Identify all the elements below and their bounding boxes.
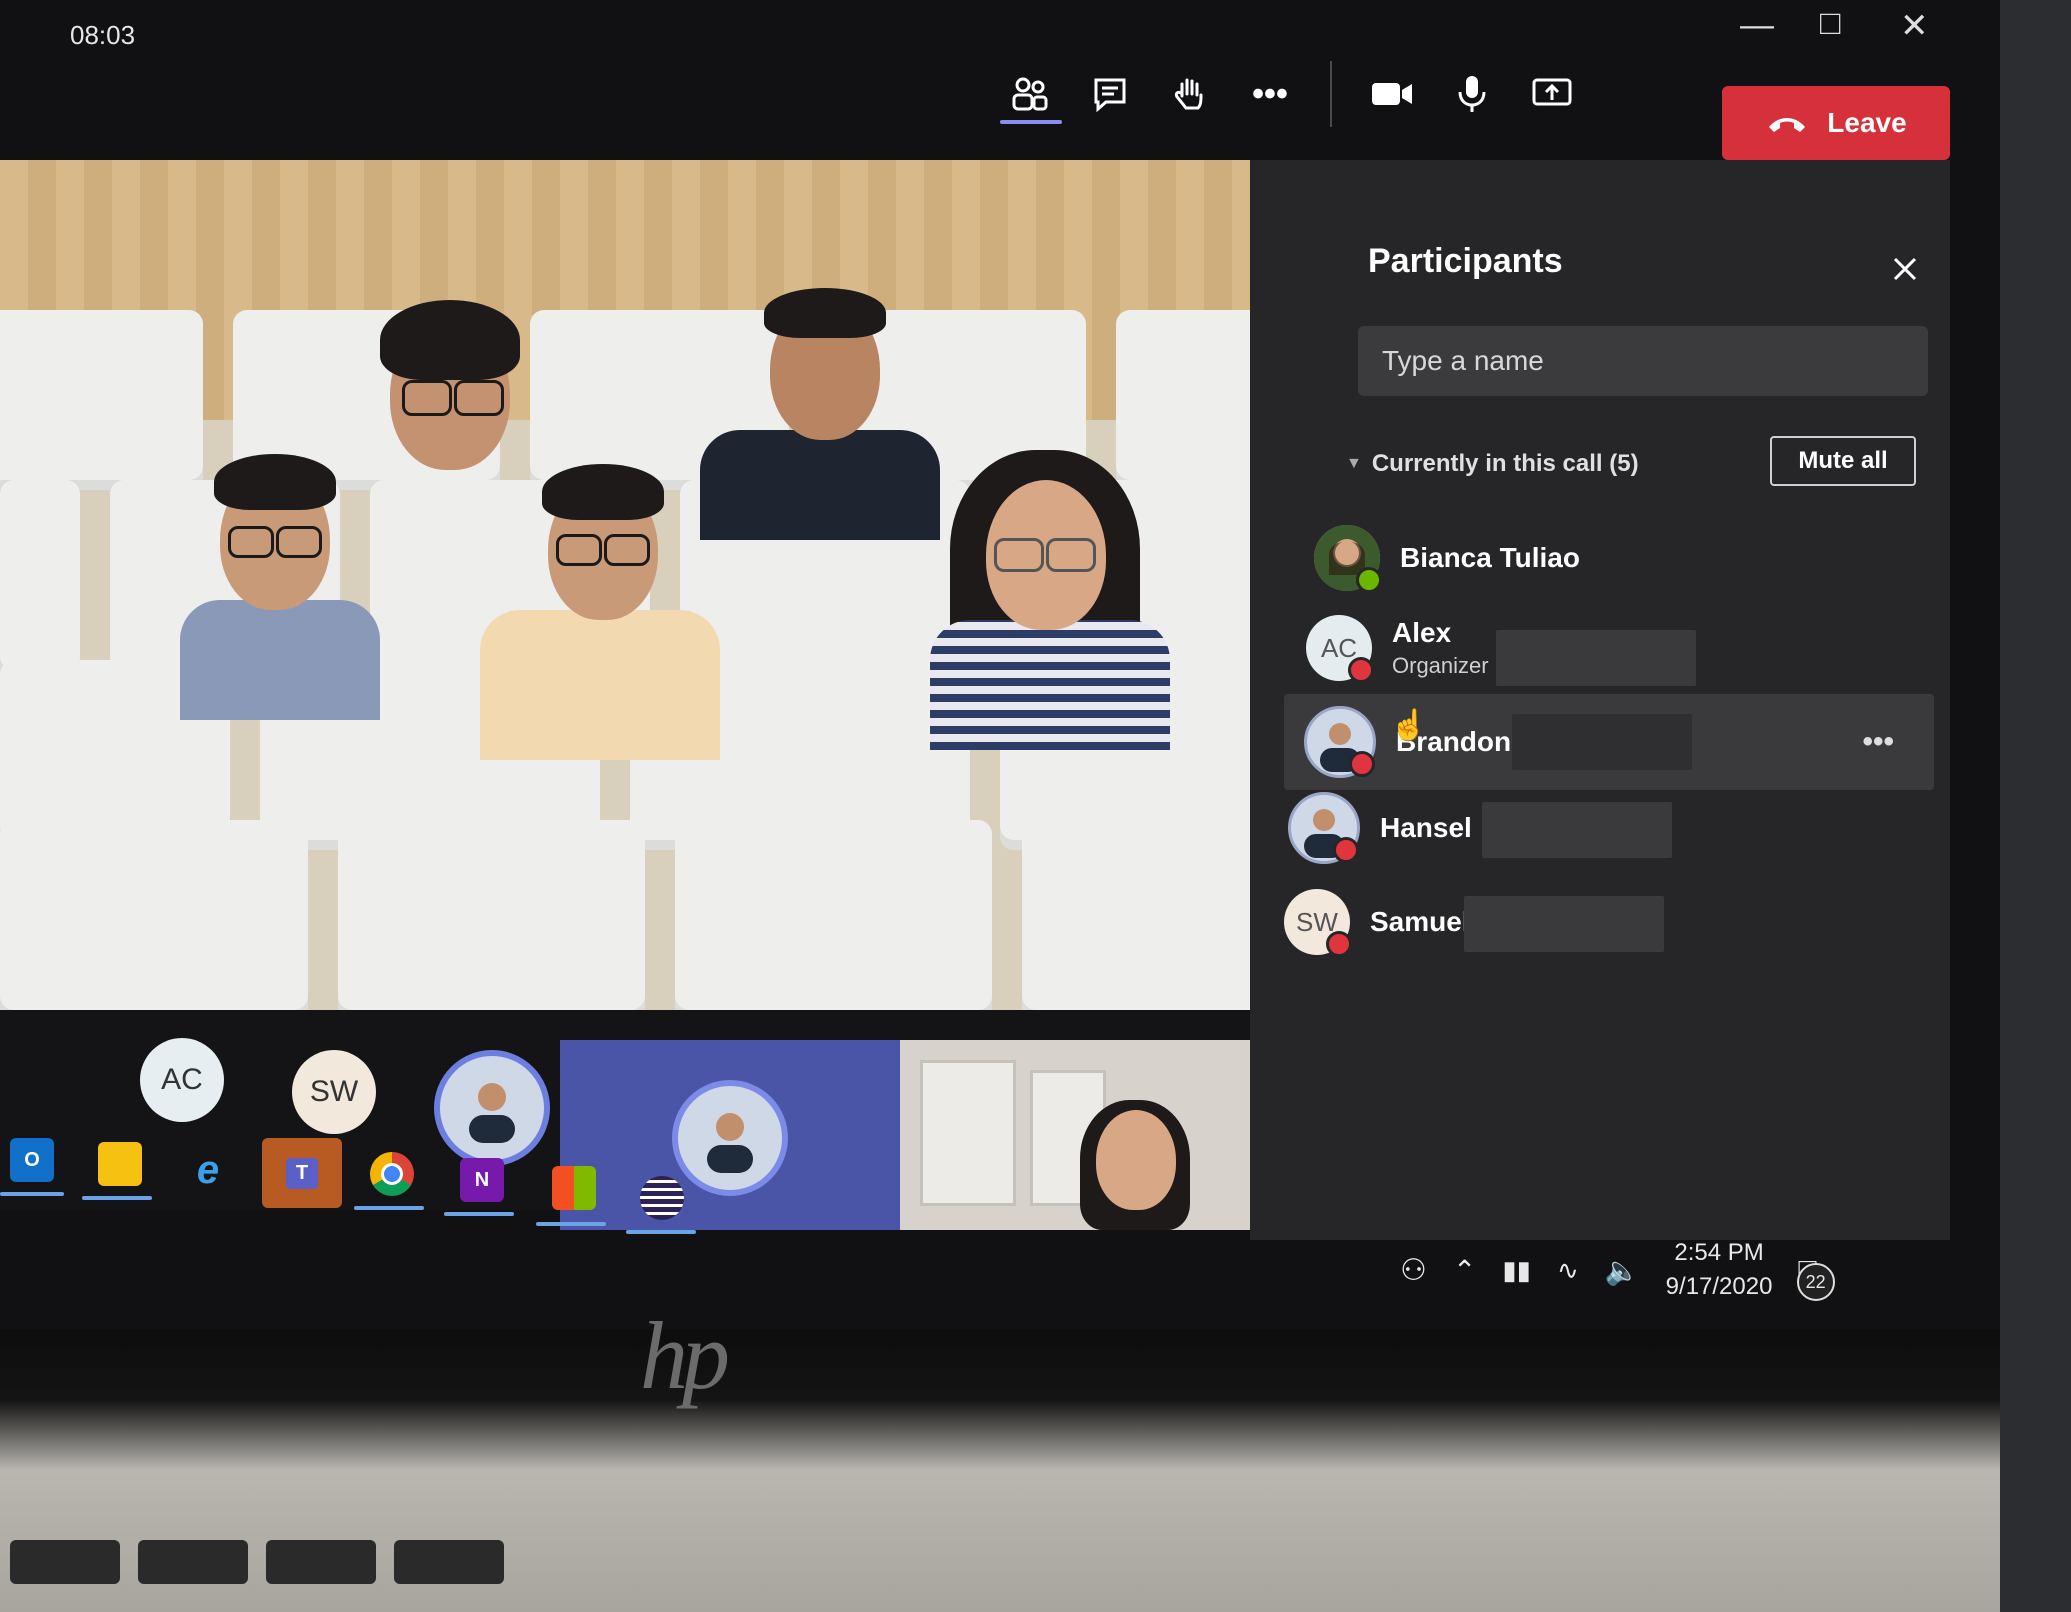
more-icon[interactable]: ••• [1230,58,1310,130]
chevron-down-icon: ▼ [1346,455,1362,472]
wifi-icon[interactable]: ∿ [1557,1255,1579,1286]
participant-row[interactable]: Brandon ••• ☝ [1284,694,1934,790]
people-icon[interactable] [990,58,1070,130]
keyboard-key [394,1540,504,1584]
participant-video [480,460,720,760]
tray-date: 9/17/2020 [1665,1273,1773,1300]
notification-count: 22 [1796,1263,1835,1301]
hp-logo: hp [640,1302,730,1409]
avatar: AC [1306,615,1374,683]
taskbar: O e T N [0,1130,700,1234]
participant-role: Organizer [1392,653,1489,678]
redaction [1464,896,1664,952]
muted-icon [1326,931,1352,957]
system-tray: ⚇ ⌃ ▮▮ ∿ 🔈 2:54 PM 9/17/2020 □ 22 [1400,1230,1960,1310]
call-duration: 08:03 [70,20,136,50]
chrome-icon[interactable] [370,1152,414,1196]
seat-row [0,820,1330,1010]
avatar-initials: AC [1320,632,1358,663]
participant-video [170,440,390,720]
avatar: SW [1284,889,1352,957]
video-stage [0,160,1330,1010]
raise-hand-icon[interactable] [1150,58,1230,130]
avatar-initials: SW [309,1075,359,1108]
microphone-icon[interactable] [1432,58,1512,130]
mute-all-button[interactable]: Mute all [1770,436,1916,486]
close-icon[interactable] [1890,254,1920,289]
volume-icon[interactable]: 🔈 [1605,1254,1640,1287]
participant-row[interactable]: SW Samuel [1284,874,1924,970]
leave-label: Leave [1827,107,1907,138]
keyboard-key [10,1540,120,1584]
battery-icon[interactable]: ▮▮ [1502,1255,1531,1286]
internet-explorer-icon[interactable]: e [186,1148,230,1192]
people-icon[interactable]: ⚇ [1400,1253,1427,1288]
close-icon[interactable]: ✕ [1900,6,1929,46]
keyboard [0,1540,2010,1612]
chevron-up-icon[interactable]: ⌃ [1453,1254,1476,1287]
participant-name: Samuel [1370,906,1470,937]
eclipse-icon[interactable] [640,1176,684,1220]
outlook-icon[interactable]: O [10,1138,54,1182]
avatar [1304,706,1376,778]
avatar[interactable]: SW [292,1050,376,1134]
camera-icon[interactable] [1352,58,1432,130]
laptop-body: hp [0,1302,2000,1612]
muted-icon [1333,837,1359,863]
status-available-icon [1356,567,1382,593]
panel-title: Participants [1368,242,1563,280]
tray-time: 2:54 PM [1674,1239,1764,1266]
leave-button[interactable]: Leave [1722,86,1950,160]
more-options-button[interactable]: ••• [1862,725,1894,759]
avatar[interactable]: AC [140,1038,224,1122]
hang-up-icon [1769,118,1806,132]
keyboard-key [266,1540,376,1584]
participant-name: Bianca Tuliao [1400,542,1580,573]
participant-name: Alex [1392,617,1452,648]
section-label: Currently in this call (5) [1371,450,1639,477]
teams-window: 08:03 — □ ✕ ••• Leave AC SW O e T N Part… [0,0,2000,1330]
participant-row[interactable]: Hansel [1288,780,1928,876]
muted-icon [1348,657,1374,683]
avatar [1288,792,1360,864]
participant-row[interactable]: Bianca Tuliao [1314,510,1954,606]
teams-icon[interactable]: T [262,1138,342,1208]
muted-icon [1349,751,1375,777]
chat-icon[interactable] [1070,58,1150,130]
section-header[interactable]: ▼ Currently in this call (5) [1346,450,1639,478]
participant-row[interactable]: AC Alex Organizer [1306,600,1946,696]
minimize-icon[interactable]: — [1740,6,1774,45]
participant-name: Hansel [1380,812,1472,843]
avatar [1314,525,1382,593]
redaction [1496,630,1696,686]
video-tile[interactable] [900,1040,1250,1230]
sticky-notes-icon[interactable] [98,1142,142,1186]
redaction [1482,802,1672,858]
toolbar-divider [1330,61,1332,127]
keyboard-key [138,1540,248,1584]
redaction [1512,714,1692,770]
cursor-hand-icon: ☝ [1390,709,1428,742]
search-input[interactable] [1358,326,1928,396]
share-screen-icon[interactable] [1512,58,1592,130]
avatar-initials: AC [161,1063,203,1096]
store-icon[interactable] [552,1166,596,1210]
maximize-icon[interactable]: □ [1820,4,1841,43]
background-window-edge [2000,0,2071,1612]
participant-video [900,450,1200,750]
onenote-icon[interactable]: N [460,1158,504,1202]
clock[interactable]: 2:54 PM 9/17/2020 [1666,1236,1773,1304]
meeting-toolbar: ••• [990,58,1592,130]
notification-icon[interactable]: □ 22 [1796,1253,1835,1301]
participants-panel: Participants ▼ Currently in this call (5… [1250,160,1950,1240]
